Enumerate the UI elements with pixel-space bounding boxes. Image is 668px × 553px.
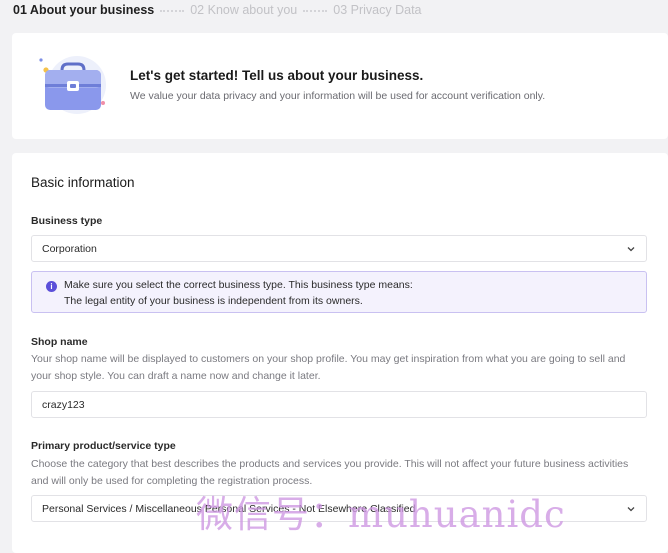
briefcase-icon: [39, 56, 106, 114]
section-title: Basic information: [31, 175, 135, 190]
chevron-down-icon: [627, 507, 635, 512]
step-separator: [303, 10, 328, 12]
primary-product-label: Primary product/service type: [31, 440, 176, 452]
shop-name-label: Shop name: [31, 336, 88, 348]
info-text: Make sure you select the correct busines…: [64, 277, 413, 309]
info-line-2: The legal entity of your business is ind…: [64, 295, 363, 307]
basic-information-card: Basic information Business type Corporat…: [12, 153, 668, 553]
chevron-down-icon: [627, 247, 635, 252]
primary-product-select[interactable]: Personal Services / Miscellaneous Person…: [31, 495, 647, 522]
business-type-select[interactable]: Corporation: [31, 235, 647, 262]
info-icon: i: [46, 281, 57, 292]
intro-card: Let's get started! Tell us about your bu…: [12, 33, 668, 139]
business-type-label: Business type: [31, 215, 103, 227]
intro-description: We value your data privacy and your info…: [130, 90, 546, 102]
progress-stepper: 01 About your business 02 Know about you…: [13, 0, 422, 20]
step-2-know-about-you[interactable]: 02 Know about you: [190, 3, 297, 17]
step-separator: [160, 10, 185, 12]
shop-name-help: Your shop name will be displayed to cust…: [31, 353, 626, 382]
intro-title: Let's get started! Tell us about your bu…: [130, 68, 424, 83]
shop-name-value: crazy123: [42, 398, 85, 411]
primary-product-help: Choose the category that best describes …: [31, 458, 629, 487]
shop-name-input[interactable]: crazy123: [31, 391, 647, 418]
primary-product-value: Personal Services / Miscellaneous Person…: [42, 502, 416, 515]
step-1-about-business[interactable]: 01 About your business: [13, 3, 154, 17]
info-line-1: Make sure you select the correct busines…: [64, 279, 413, 291]
business-type-value: Corporation: [42, 242, 97, 255]
step-3-privacy-data[interactable]: 03 Privacy Data: [333, 3, 421, 17]
business-type-info-box: i Make sure you select the correct busin…: [31, 271, 647, 313]
